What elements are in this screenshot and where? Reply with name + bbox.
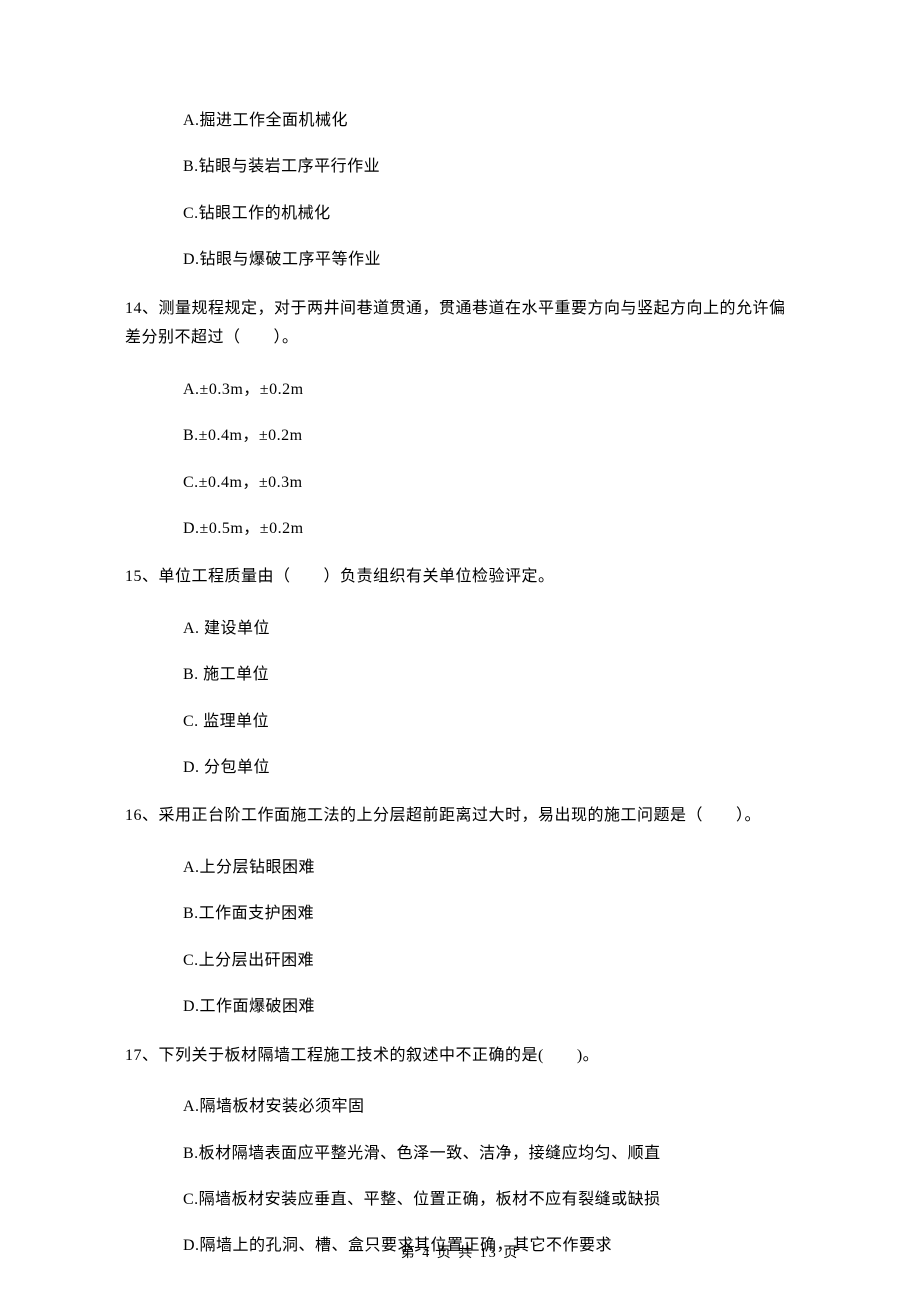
- question-16: 16、采用正台阶工作面施工法的上分层超前距离过大时，易出现的施工问题是（ ）。: [125, 801, 795, 831]
- question-14: 14、测量规程规定，对于两井间巷道贯通，贯通巷道在水平重要方向与竖起方向上的允许…: [125, 294, 795, 353]
- prev-question-options: A.掘进工作全面机械化 B.钻眼与装岩工序平行作业 C.钻眼工作的机械化 D.钻…: [125, 110, 795, 272]
- option-d: D.钻眼与爆破工序平等作业: [183, 249, 795, 271]
- option-b: B.工作面支护困难: [183, 903, 795, 925]
- option-a: A.上分层钻眼困难: [183, 857, 795, 879]
- document-page: A.掘进工作全面机械化 B.钻眼与装岩工序平行作业 C.钻眼工作的机械化 D.钻…: [0, 0, 920, 1304]
- option-d: D.工作面爆破困难: [183, 996, 795, 1018]
- question-15-text: 15、单位工程质量由（ ）负责组织有关单位检验评定。: [125, 568, 555, 585]
- option-c: C.上分层出矸困难: [183, 950, 795, 972]
- option-a: A.±0.3m，±0.2m: [183, 379, 795, 401]
- option-c: C.±0.4m，±0.3m: [183, 472, 795, 494]
- option-c: C. 监理单位: [183, 711, 795, 733]
- option-b: B.±0.4m，±0.2m: [183, 425, 795, 447]
- option-a: A. 建设单位: [183, 618, 795, 640]
- option-d: D. 分包单位: [183, 757, 795, 779]
- option-b: B.钻眼与装岩工序平行作业: [183, 156, 795, 178]
- question-16-options: A.上分层钻眼困难 B.工作面支护困难 C.上分层出矸困难 D.工作面爆破困难: [125, 857, 795, 1019]
- question-15: 15、单位工程质量由（ ）负责组织有关单位检验评定。: [125, 562, 795, 592]
- question-17: 17、下列关于板材隔墙工程施工技术的叙述中不正确的是( )。: [125, 1041, 795, 1071]
- option-b: B. 施工单位: [183, 664, 795, 686]
- option-d: D.±0.5m，±0.2m: [183, 518, 795, 540]
- option-c: C.钻眼工作的机械化: [183, 203, 795, 225]
- question-15-options: A. 建设单位 B. 施工单位 C. 监理单位 D. 分包单位: [125, 618, 795, 780]
- question-14-options: A.±0.3m，±0.2m B.±0.4m，±0.2m C.±0.4m，±0.3…: [125, 379, 795, 541]
- page-footer: 第 4 页 共 13 页: [0, 1242, 920, 1262]
- option-c: C.隔墙板材安装应垂直、平整、位置正确，板材不应有裂缝或缺损: [183, 1189, 795, 1211]
- option-a: A.掘进工作全面机械化: [183, 110, 795, 132]
- question-16-text: 16、采用正台阶工作面施工法的上分层超前距离过大时，易出现的施工问题是（ ）。: [125, 807, 761, 824]
- option-b: B.板材隔墙表面应平整光滑、色泽一致、洁净，接缝应均匀、顺直: [183, 1143, 795, 1165]
- question-14-text: 14、测量规程规定，对于两井间巷道贯通，贯通巷道在水平重要方向与竖起方向上的允许…: [125, 300, 786, 347]
- question-17-text: 17、下列关于板材隔墙工程施工技术的叙述中不正确的是( )。: [125, 1047, 599, 1064]
- option-a: A.隔墙板材安装必须牢固: [183, 1096, 795, 1118]
- question-17-options: A.隔墙板材安装必须牢固 B.板材隔墙表面应平整光滑、色泽一致、洁净，接缝应均匀…: [125, 1096, 795, 1258]
